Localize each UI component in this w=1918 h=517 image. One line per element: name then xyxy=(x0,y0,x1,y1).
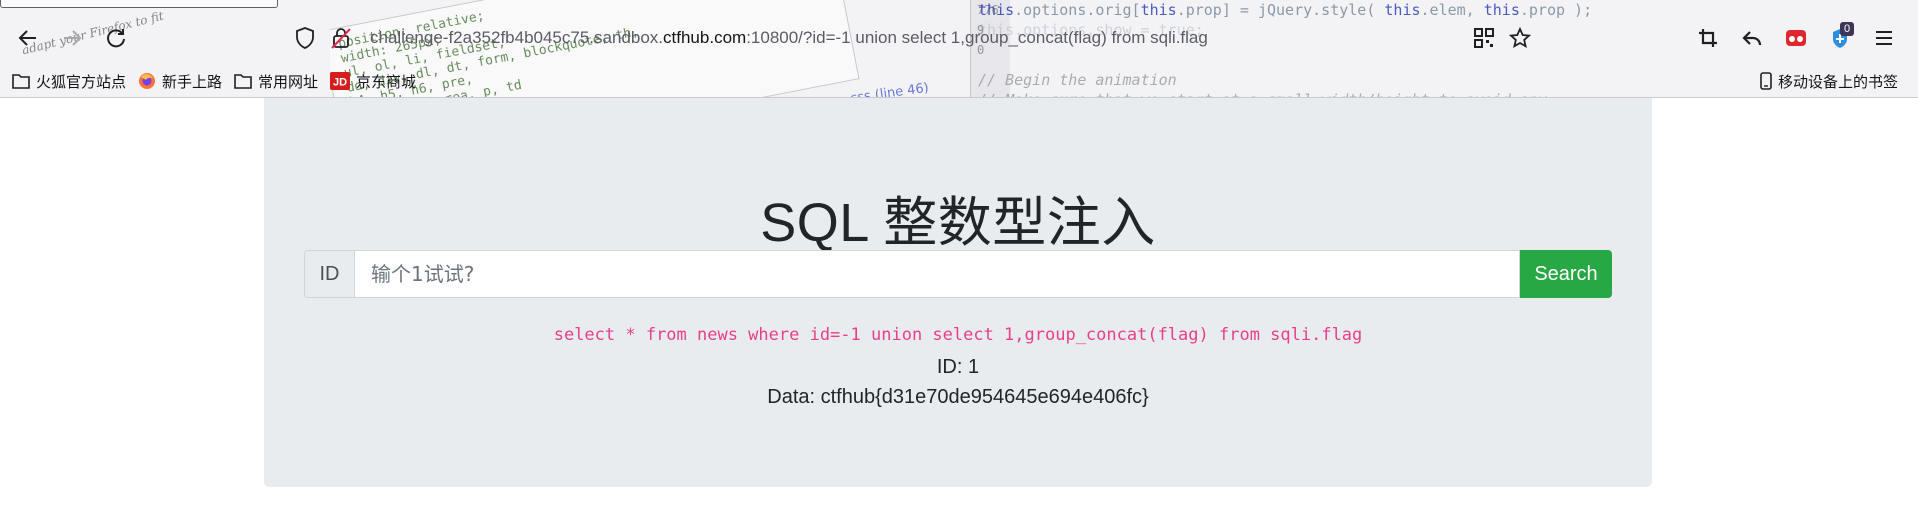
query-result: select * from news where id=-1 union sel… xyxy=(264,324,1652,412)
bookmark-label: 京东商城 xyxy=(356,72,417,91)
screenshot-crop-button[interactable] xyxy=(1690,20,1726,56)
extension-button-red[interactable] xyxy=(1778,20,1814,56)
extension-red-icon xyxy=(1786,30,1806,46)
qr-code-icon xyxy=(1474,28,1494,48)
extension-button-blue[interactable]: 0 xyxy=(1822,20,1858,56)
theme-decoration xyxy=(0,0,278,8)
reply-arrow-icon xyxy=(1742,31,1762,46)
navigation-toolbar: challenge-f2a352fb4b045c75.sandbox.ctfhu… xyxy=(0,16,1918,60)
star-icon xyxy=(1509,27,1531,48)
extension-badge-count: 0 xyxy=(1840,22,1854,36)
forward-arrow-icon xyxy=(64,30,82,46)
url-subdomain: challenge-f2a352fb4b045c75.sandbox. xyxy=(370,28,664,47)
url-text[interactable]: challenge-f2a352fb4b045c75.sandbox.ctfhu… xyxy=(370,28,1208,48)
bookmark-item[interactable]: 火狐官方站点 xyxy=(6,68,132,94)
urlbar-actions xyxy=(1466,16,1538,60)
bookmark-label: 新手上路 xyxy=(162,72,223,91)
insecure-lock-icon[interactable] xyxy=(326,23,356,53)
tracking-protection-shield-icon[interactable] xyxy=(290,23,320,53)
qr-code-button[interactable] xyxy=(1466,20,1502,56)
url-domain: ctfhub.com xyxy=(663,28,747,47)
search-button[interactable]: Search xyxy=(1520,250,1612,298)
id-input[interactable] xyxy=(354,250,1520,298)
jd-icon: JD xyxy=(330,72,351,90)
mobile-bookmarks[interactable]: 移动设备上的书签 xyxy=(1754,68,1904,94)
mobile-device-icon xyxy=(1760,72,1772,90)
folder-icon xyxy=(12,73,30,89)
back-button[interactable] xyxy=(10,16,46,60)
firefox-icon xyxy=(138,72,156,90)
search-form: ID Search xyxy=(304,250,1612,298)
result-id: ID: 1 xyxy=(936,356,980,378)
jumbotron-panel: SQL 整数型注入 ID Search select * from news w… xyxy=(264,98,1652,487)
bookmark-label: 常用网址 xyxy=(258,72,319,91)
hamburger-menu-icon xyxy=(1876,31,1892,45)
url-path: :10800/?id=-1 union select 1,group_conca… xyxy=(746,28,1208,47)
bookmarks-toolbar: 火狐官方站点 新手上路 常用网址 JD 京东商城 移动设备上的书签 xyxy=(0,68,1918,94)
page-title: SQL 整数型注入 xyxy=(760,193,1156,253)
forward-button[interactable] xyxy=(54,16,90,60)
reload-button[interactable] xyxy=(98,16,134,60)
mobile-bookmarks-label: 移动设备上的书签 xyxy=(1777,72,1898,91)
sql-query-text: select * from news where id=-1 union sel… xyxy=(553,325,1363,345)
svg-text:JD: JD xyxy=(333,77,347,89)
bookmark-item[interactable]: 新手上路 xyxy=(132,68,228,94)
bookmark-item[interactable]: JD 京东商城 xyxy=(324,68,422,94)
toolbar-extensions: 0 xyxy=(1690,16,1902,60)
browser-chrome: adapt your Firefox to fit position: rela… xyxy=(0,0,1918,98)
folder-icon xyxy=(234,73,252,89)
undo-button[interactable] xyxy=(1734,20,1770,56)
result-data: Data: ctfhub{d31e70de954645e694e406fc} xyxy=(767,386,1149,408)
url-bar[interactable]: challenge-f2a352fb4b045c75.sandbox.ctfhu… xyxy=(290,16,1550,60)
id-input-label: ID xyxy=(304,250,354,298)
crop-icon xyxy=(1699,29,1717,47)
bookmark-star-button[interactable] xyxy=(1502,20,1538,56)
bookmark-item[interactable]: 常用网址 xyxy=(228,68,324,94)
reload-icon xyxy=(107,29,125,48)
back-arrow-icon xyxy=(18,30,36,46)
menu-button[interactable] xyxy=(1866,20,1902,56)
bookmark-label: 火狐官方站点 xyxy=(36,72,127,91)
